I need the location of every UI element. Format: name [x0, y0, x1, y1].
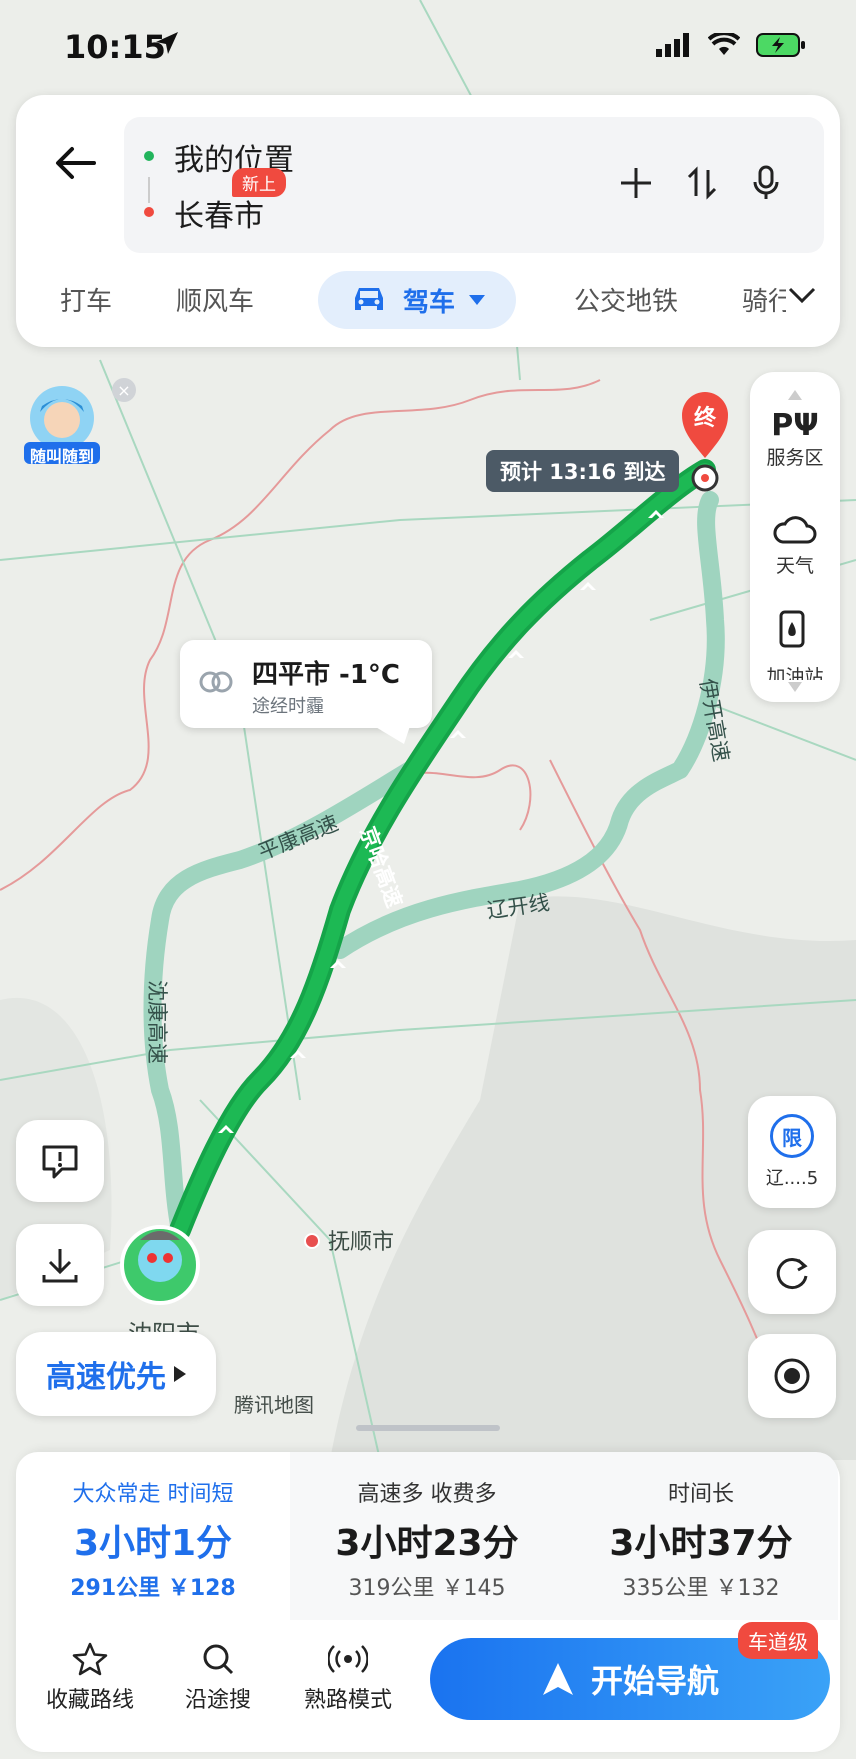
tab-transit[interactable]: 公交地铁	[574, 281, 678, 318]
locate-icon	[774, 1358, 810, 1394]
route-preference-label: 高速优先	[46, 1360, 166, 1395]
route-preference-button[interactable]: 高速优先	[16, 1332, 216, 1416]
service-area-label: 服务区	[766, 447, 824, 469]
add-stop-button[interactable]	[610, 157, 662, 209]
route-sheet: 大众常走 时间短 3小时1分 291公里 ￥128 高速多 收费多 3小时23分…	[16, 1452, 840, 1752]
status-time: 10:15	[64, 28, 166, 66]
gas-station-button[interactable]	[750, 608, 840, 658]
swap-button[interactable]	[676, 157, 728, 209]
tab-ride-share[interactable]: 顺风车	[176, 281, 254, 318]
location-arrow-icon	[152, 28, 182, 62]
route-distance-cost: 319公里 ￥145	[348, 1576, 506, 1601]
map-provider: 腾讯地图	[234, 1393, 314, 1417]
sheet-handle[interactable]	[356, 1425, 500, 1431]
scroll-down-icon	[788, 682, 802, 692]
route-distance-cost: 335公里 ￥132	[622, 1576, 780, 1601]
route-connector	[148, 177, 150, 203]
refresh-button[interactable]	[748, 1230, 836, 1314]
familiar-route-label: 熟路模式	[303, 1688, 392, 1713]
gas-station-icon	[779, 610, 805, 648]
route-input-box: 我的位置 长春市	[124, 117, 824, 253]
destination-field[interactable]: 长春市	[174, 191, 264, 235]
offline-download-button[interactable]	[16, 1224, 104, 1306]
scroll-up-icon	[788, 390, 802, 400]
plus-icon	[621, 168, 651, 198]
assistant-close-button[interactable]: ×	[112, 378, 136, 402]
weather-city-temp: 四平市 -1°C	[252, 660, 401, 690]
route-option-1[interactable]: 大众常走 时间短 3小时1分 291公里 ￥128	[16, 1452, 290, 1620]
assistant-label: 随叫随到	[29, 447, 94, 466]
refresh-icon	[776, 1258, 808, 1290]
gas-station-label: 加油站	[766, 666, 824, 680]
traffic-restriction-button[interactable]: 限 辽....5	[748, 1096, 836, 1208]
navigation-arrow-icon	[542, 1663, 573, 1695]
status-icons	[656, 32, 806, 58]
route-tag: 高速多 收费多	[357, 1482, 497, 1507]
feedback-button[interactable]	[16, 1120, 104, 1202]
tab-drive-label: 驾车	[402, 287, 455, 318]
caret-right-icon	[174, 1366, 186, 1382]
tab-drive[interactable]: 驾车	[318, 271, 516, 329]
chevron-down-icon	[788, 287, 816, 304]
report-icon	[42, 1145, 78, 1179]
route-option-2[interactable]: 高速多 收费多 3小时23分 319公里 ￥145	[290, 1452, 564, 1620]
swap-icon	[687, 166, 717, 200]
service-area-button[interactable]: PΨ 服务区	[750, 408, 840, 470]
cloud-icon	[773, 516, 817, 544]
search-along-button[interactable]: 沿途搜	[158, 1642, 278, 1714]
more-tabs-button[interactable]	[788, 287, 816, 309]
favorite-route-label: 收藏路线	[45, 1688, 134, 1713]
origin-dot	[144, 151, 154, 161]
route-time: 3小时23分	[335, 1523, 519, 1564]
eta-label: 预计 13:16 到达	[486, 450, 680, 492]
route-distance-cost: 291公里 ￥128	[70, 1576, 236, 1601]
route-option-3[interactable]: 时间长 3小时37分 335公里 ￥132	[564, 1452, 838, 1620]
search-along-label: 沿途搜	[184, 1688, 251, 1713]
back-arrow-icon	[56, 147, 96, 179]
transport-tabs: 打车 顺风车 驾车 公交地铁 骑行	[16, 267, 840, 331]
route-time: 3小时1分	[73, 1523, 233, 1564]
tab-bike[interactable]: 骑行	[742, 281, 786, 318]
road-label: 沈康高速	[145, 980, 169, 1064]
route-tag: 大众常走 时间短	[72, 1482, 234, 1507]
microphone-icon	[753, 165, 779, 199]
caret-down-icon	[469, 295, 485, 305]
weather-label: 天气	[775, 555, 814, 577]
favorite-route-button[interactable]: 收藏路线	[30, 1642, 150, 1714]
haze-icon	[199, 671, 233, 693]
start-navigation-label: 开始导航	[590, 1662, 719, 1700]
wifi-icon	[708, 33, 740, 55]
locate-me-button[interactable]	[748, 1334, 836, 1418]
lane-level-badge: 车道级	[738, 1622, 818, 1659]
restriction-label: 辽....5	[765, 1168, 819, 1189]
route-time: 3小时37分	[609, 1523, 793, 1564]
back-button[interactable]	[48, 135, 104, 191]
signal-icon	[656, 33, 689, 57]
battery-charging-icon	[756, 33, 805, 57]
city-dot	[304, 1233, 320, 1249]
tab-taxi[interactable]: 打车	[60, 281, 112, 318]
star-icon	[72, 1642, 108, 1676]
familiar-route-button[interactable]: 熟路模式	[288, 1642, 408, 1714]
download-icon	[42, 1249, 78, 1283]
destination-pin-label: 终	[694, 405, 717, 430]
assistant-avatar[interactable]: 随叫随到	[20, 380, 104, 468]
route-tag: 时间长	[667, 1482, 734, 1507]
search-icon	[203, 1644, 234, 1675]
service-area-icon: PΨ	[771, 408, 819, 443]
new-badge: 新上	[232, 168, 286, 197]
weather-condition: 途经时霾	[252, 696, 324, 717]
city-label-fushun: 抚顺市	[328, 1230, 394, 1255]
restriction-icon: 限	[770, 1114, 814, 1158]
map-tools-panel: PΨ 服务区 天气 加油站	[750, 372, 840, 702]
voice-button[interactable]	[740, 157, 792, 209]
car-icon	[354, 288, 383, 310]
destination-dot-marker	[144, 207, 154, 217]
route-search-card: 我的位置 长春市 打车 顺风车 驾车 公交地铁 骑行	[16, 95, 840, 347]
broadcast-icon	[327, 1645, 369, 1673]
callout-tail	[374, 726, 410, 744]
weather-button[interactable]: 天气	[750, 512, 840, 578]
weather-callout[interactable]: 四平市 -1°C 途经时霾	[180, 640, 432, 744]
